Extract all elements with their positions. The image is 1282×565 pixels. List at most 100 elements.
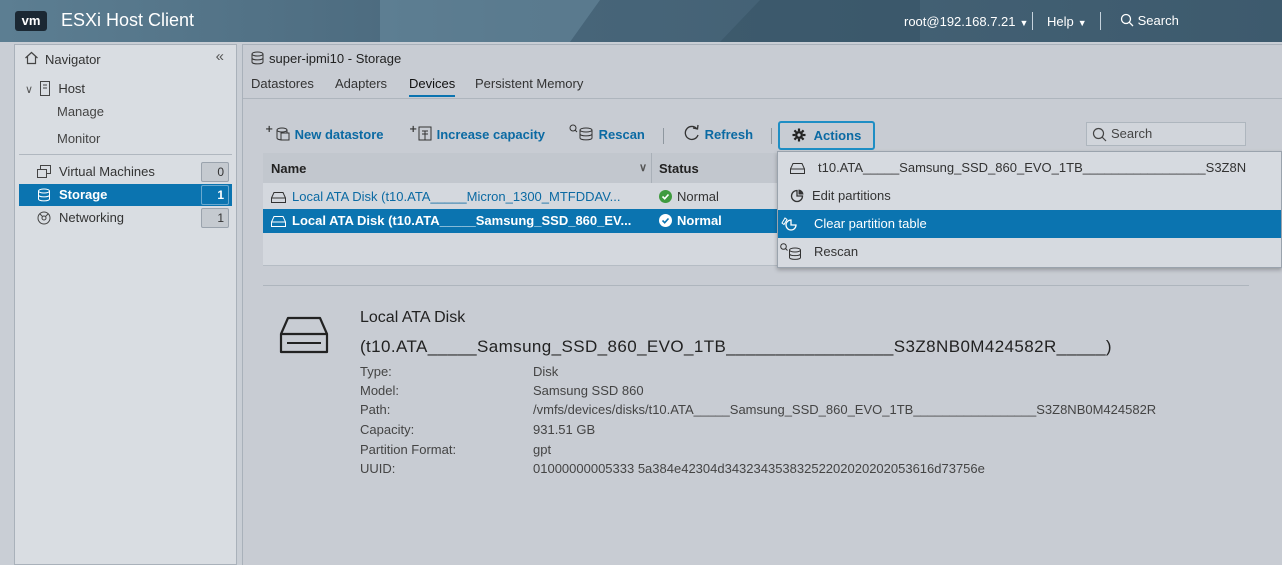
actions-dropdown-menu: t10.ATA_____Samsung_SSD_860_EVO_1TB_____… bbox=[777, 151, 1282, 268]
actions-button[interactable]: Actions bbox=[778, 121, 876, 150]
menu-item-label: Edit partitions bbox=[812, 188, 891, 203]
nav-monitor[interactable]: Monitor bbox=[57, 131, 100, 146]
table-footer bbox=[263, 265, 793, 266]
new-datastore-button[interactable]: + New datastore bbox=[265, 121, 384, 149]
table-row[interactable]: Local ATA Disk (t10.ATA_____Samsung_SSD_… bbox=[263, 209, 793, 233]
tab-devices[interactable]: Devices bbox=[409, 76, 456, 97]
global-search[interactable]: Search bbox=[1120, 13, 1179, 28]
caret-down-icon: ▼ bbox=[1077, 18, 1087, 28]
divider bbox=[771, 128, 772, 144]
status-cell: Normal bbox=[659, 189, 719, 204]
devices-table: Name ∨ Status Local ATA Disk (t10.ATA___… bbox=[263, 153, 793, 266]
increase-capacity-button[interactable]: + Increase capacity bbox=[409, 121, 545, 149]
property-value: Disk bbox=[533, 364, 559, 379]
navigator-header: Navigator « bbox=[15, 45, 236, 71]
status-text: Normal bbox=[677, 213, 722, 228]
device-name-link[interactable]: Local ATA Disk (t10.ATA_____Samsung_SSD_… bbox=[271, 213, 646, 228]
count-badge: 1 bbox=[201, 208, 229, 228]
sidebar-item-networking[interactable]: Networking 1 bbox=[19, 207, 232, 229]
table-row[interactable]: Local ATA Disk (t10.ATA_____Micron_1300_… bbox=[263, 185, 793, 209]
property-label: Model: bbox=[360, 383, 400, 398]
property-value: 931.51 GB bbox=[533, 422, 596, 437]
divider bbox=[1100, 12, 1101, 30]
collapse-icon[interactable]: « bbox=[216, 48, 224, 65]
device-name-link[interactable]: Local ATA Disk (t10.ATA_____Micron_1300_… bbox=[271, 189, 646, 204]
navigator-panel: Navigator « ∨ Host Manage Monitor Virtua… bbox=[14, 44, 237, 565]
count-badge: 1 bbox=[201, 185, 229, 205]
property-label: Path: bbox=[360, 402, 391, 417]
refresh-icon bbox=[684, 124, 699, 141]
menu-item-label: Clear partition table bbox=[814, 216, 927, 231]
rescan-button[interactable]: Rescan bbox=[569, 121, 645, 149]
top-bar: vm ESXi Host Client root@192.168.7.21 ▼ H… bbox=[0, 0, 1282, 42]
divider bbox=[19, 154, 232, 155]
table-header: Name ∨ Status bbox=[263, 153, 793, 183]
check-circle-icon bbox=[659, 214, 672, 227]
tab-persistent-memory[interactable]: Persistent Memory bbox=[475, 76, 583, 91]
tab-adapters[interactable]: Adapters bbox=[335, 76, 387, 91]
new-datastore-label: New datastore bbox=[294, 127, 384, 142]
server-icon bbox=[39, 81, 50, 96]
chevron-down-icon[interactable]: ∨ bbox=[639, 161, 647, 174]
property-value: Samsung SSD 860 bbox=[533, 383, 644, 398]
disk-icon bbox=[271, 192, 286, 203]
caret-down-icon: ▼ bbox=[1019, 18, 1029, 28]
nav-host[interactable]: ∨ Host bbox=[25, 81, 85, 96]
nav-manage[interactable]: Manage bbox=[57, 104, 104, 119]
disk-icon bbox=[790, 163, 805, 174]
tab-datastores[interactable]: Datastores bbox=[251, 76, 314, 91]
menu-header-label: t10.ATA_____Samsung_SSD_860_EVO_1TB_____… bbox=[818, 160, 1247, 175]
partition-icon bbox=[790, 189, 804, 203]
divider bbox=[243, 98, 1282, 99]
column-header-status[interactable]: Status bbox=[659, 161, 699, 176]
actions-label: Actions bbox=[813, 128, 862, 143]
network-icon bbox=[37, 211, 51, 225]
property-label: Capacity: bbox=[360, 422, 415, 437]
device-name: Local ATA Disk (t10.ATA_____Micron_1300_… bbox=[292, 189, 621, 204]
device-title: Local ATA Disk bbox=[360, 309, 466, 326]
menu-item-device-header: t10.ATA_____Samsung_SSD_860_EVO_1TB_____… bbox=[778, 154, 1281, 182]
refresh-label: Refresh bbox=[704, 127, 754, 142]
header-decoration bbox=[720, 0, 920, 42]
device-identifier: (t10.ATA_____Samsung_SSD_860_EVO_1TB____… bbox=[360, 337, 1112, 356]
disk-icon bbox=[279, 316, 329, 354]
increase-capacity-label: Increase capacity bbox=[436, 127, 546, 142]
sidebar-item-label: Storage bbox=[59, 187, 108, 202]
svg-text:+: + bbox=[265, 124, 273, 135]
new-datastore-icon: + bbox=[265, 124, 290, 141]
main-panel: super-ipmi10 - Storage Datastores Adapte… bbox=[242, 44, 1282, 565]
search-placeholder: Search bbox=[1111, 126, 1153, 141]
menu-item-edit-partitions[interactable]: Edit partitions bbox=[778, 182, 1281, 210]
rescan-icon bbox=[780, 243, 801, 260]
user-name: root@192.168.7.21 bbox=[904, 14, 1016, 29]
toolbar: + New datastore + Increase capacity Resc… bbox=[263, 121, 1263, 151]
home-icon[interactable] bbox=[24, 51, 39, 65]
help-menu[interactable]: Help ▼ bbox=[1047, 14, 1087, 29]
property-label: Partition Format: bbox=[360, 442, 457, 457]
navigator-title: Navigator bbox=[45, 52, 101, 67]
column-resizer[interactable] bbox=[651, 153, 652, 183]
count-badge: 0 bbox=[201, 162, 229, 182]
property-label: UUID: bbox=[360, 461, 396, 476]
menu-item-rescan[interactable]: Rescan bbox=[778, 238, 1281, 266]
column-header-name[interactable]: Name bbox=[271, 161, 306, 176]
menu-item-clear-partition-table[interactable]: Clear partition table bbox=[778, 210, 1281, 238]
database-icon bbox=[38, 188, 50, 202]
user-menu[interactable]: root@192.168.7.21 ▼ bbox=[904, 14, 1028, 29]
sidebar-item-storage[interactable]: Storage 1 bbox=[19, 184, 232, 206]
search-input[interactable]: Search bbox=[1086, 122, 1246, 146]
sidebar-item-virtual-machines[interactable]: Virtual Machines 0 bbox=[19, 161, 232, 183]
disk-icon bbox=[271, 216, 286, 227]
help-label: Help bbox=[1047, 14, 1074, 29]
breadcrumb-text: super-ipmi10 - Storage bbox=[269, 51, 402, 66]
chevron-down-icon[interactable]: ∨ bbox=[25, 83, 33, 96]
status-cell: Normal bbox=[659, 213, 722, 228]
search-label: Search bbox=[1137, 13, 1179, 28]
search-icon bbox=[1120, 13, 1134, 27]
app-title: ESXi Host Client bbox=[61, 10, 195, 30]
refresh-button[interactable]: Refresh bbox=[683, 121, 753, 149]
svg-text:+: + bbox=[409, 124, 417, 135]
rescan-icon bbox=[569, 124, 593, 141]
menu-item-label: Rescan bbox=[814, 244, 859, 259]
rescan-label: Rescan bbox=[598, 127, 645, 142]
